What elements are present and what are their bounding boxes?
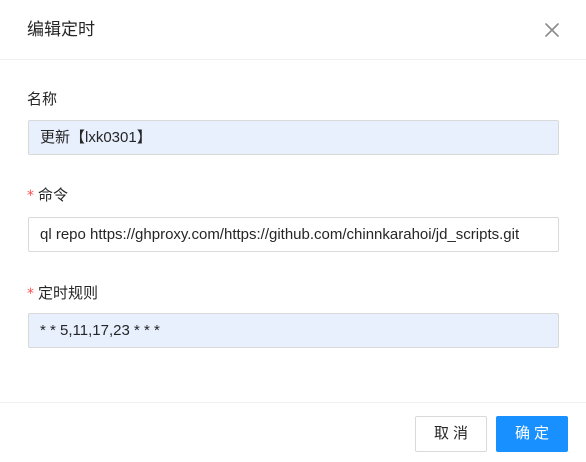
page: 编辑定时 名称 更新【lxk0301】 * 命令 ql repo https://…	[0, 0, 586, 462]
required-mark: *	[27, 188, 34, 204]
edit-schedule-dialog: 编辑定时 名称 更新【lxk0301】 * 命令 ql repo https://…	[0, 0, 586, 462]
name-input[interactable]: 更新【lxk0301】	[28, 120, 559, 155]
dialog-header: 编辑定时	[0, 0, 586, 60]
command-input[interactable]: ql repo https://ghproxy.com/https://gith…	[28, 217, 559, 252]
ok-button[interactable]: 确定	[496, 416, 568, 452]
name-label: 名称	[27, 90, 57, 110]
schedule-input[interactable]: * * 5,11,17,23 * * *	[28, 313, 559, 348]
command-label-text: 命令	[38, 187, 69, 204]
dialog-title: 编辑定时	[27, 20, 95, 39]
cancel-button[interactable]: 取消	[415, 416, 487, 452]
schedule-label: * 定时规则	[27, 284, 98, 304]
required-mark: *	[27, 286, 34, 302]
schedule-label-text: 定时规则	[38, 285, 99, 302]
command-label: * 命令	[27, 186, 68, 206]
close-icon[interactable]	[540, 18, 564, 42]
dialog-footer: 取消 确定	[0, 402, 586, 462]
name-label-text: 名称	[27, 91, 58, 108]
